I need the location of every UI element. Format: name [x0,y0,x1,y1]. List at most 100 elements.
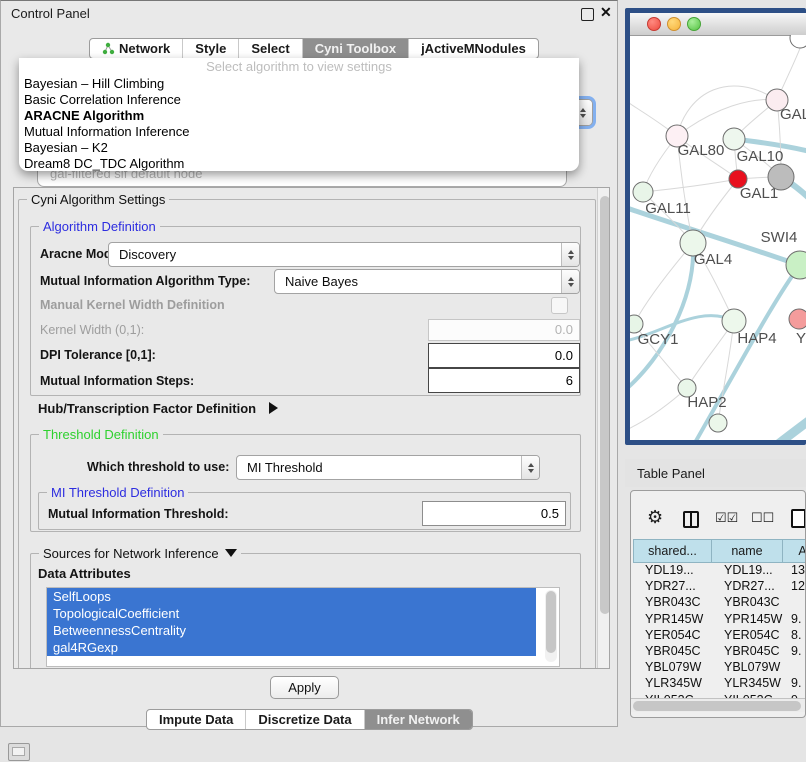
settings-viewport: Cyni Algorithm Settings Algorithm Defini… [13,187,610,669]
list-item[interactable]: BetweennessCentrality [47,622,536,639]
tab-discretize-data[interactable]: Discretize Data [246,710,364,729]
deselect-all-checkboxes-icon[interactable]: ☐☐ [751,510,774,526]
zoom-traffic-light-icon[interactable] [687,17,701,31]
tab-cyni-toolbox[interactable]: Cyni Toolbox [303,39,409,58]
table-row[interactable]: YPR145WYPR145W9. [633,612,806,628]
close-traffic-light-icon[interactable] [647,17,661,31]
tab-impute-data[interactable]: Impute Data [147,710,246,729]
network-node-y[interactable] [789,309,806,329]
mi-steps-label: Mutual Information Steps: [40,374,194,388]
mi-steps-field[interactable]: 6 [428,368,580,393]
dropdown-item[interactable]: Bayesian – K2 [24,140,574,156]
table-cell: YBR045C [712,644,783,660]
dropdown-item[interactable]: Bayesian – Hill Climbing [24,76,574,92]
table-cell: YBR043C [712,595,783,611]
table-row[interactable]: YDL19...YDL19...13 [633,563,806,579]
table-panel-titlebar: Table Panel [625,459,806,487]
table-cell: 9. [783,676,806,692]
column-header[interactable]: name [712,539,783,563]
table-row[interactable]: YDR27...YDR27...12 [633,579,806,595]
table-header-row: shared...nameA [633,539,806,563]
hub-definition-expander[interactable]: Hub/Transcription Factor Definition [38,400,278,418]
which-threshold-label: Which threshold to use: [87,460,229,474]
table-panel-window: ⚙ ☑☑ ☐☐ shared...nameA YDL19...YDL19...1… [630,490,806,718]
top-tab-strip: NetworkStyleSelectCyni ToolboxjActiveMNo… [89,38,539,59]
bottom-tab-strip: Impute DataDiscretize DataInfer Network [146,709,473,730]
list-item[interactable]: SelfLoops [47,588,536,605]
data-attributes-list[interactable]: SelfLoopsTopologicalCoefficientBetweenne… [46,587,560,667]
minimize-traffic-light-icon[interactable] [667,17,681,31]
column-header[interactable]: A [783,539,806,563]
kernel-width-field[interactable]: 0.0 [428,319,580,341]
network-node[interactable] [790,35,806,48]
network-node[interactable] [709,414,727,432]
dpi-tolerance-field[interactable]: 0.0 [428,343,580,368]
network-node[interactable] [768,164,794,190]
node-label: GAL1 [740,185,778,202]
tab-select[interactable]: Select [239,39,302,58]
list-item[interactable]: TopologicalCoefficient [47,605,536,622]
table-row[interactable]: YBL079WYBL079W [633,660,806,676]
column-header[interactable]: shared... [633,539,712,563]
restore-panel-icon[interactable] [8,743,30,761]
mi-threshold-label: Mutual Information Threshold: [48,507,229,521]
mi-threshold-field[interactable]: 0.5 [422,501,566,526]
manual-kernel-checkbox[interactable] [551,297,568,314]
mi-type-label: Mutual Information Algorithm Type: [40,274,250,288]
table-scrollbar-thumb[interactable] [633,701,801,711]
network-node-gal10[interactable] [723,128,745,150]
dropdown-item[interactable]: ARACNE Algorithm [24,108,574,124]
table-row[interactable]: YBR043CYBR043C [633,595,806,611]
table-row[interactable]: YER054CYER054C8. [633,628,806,644]
table-panel-title: Table Panel [637,466,705,481]
columns-icon[interactable] [683,511,699,528]
tab-style[interactable]: Style [183,39,239,58]
tab-infer-network[interactable]: Infer Network [365,710,472,729]
list-scrollbar[interactable] [545,590,557,662]
desktop: Control Panel ✕ NetworkStyleSelectCyni T… [0,0,806,762]
float-window-icon[interactable] [581,8,594,21]
which-threshold-combo[interactable]: MI Threshold [236,455,540,480]
network-edge [748,417,806,440]
table-cell: YER054C [712,628,783,644]
network-view-inner: GALGAL80GAL10GAL1GAL11SWI4GAL4GCY1HAP4YH… [630,13,806,440]
combo-stepper-icon[interactable] [561,270,579,293]
dropdown-item[interactable]: Basic Correlation Inference [24,92,574,108]
table-cell: YDR27... [712,579,783,595]
group-title: Cyni Algorithm Settings [27,192,169,207]
mi-type-combo[interactable]: Naive Bayes [274,269,580,294]
node-label: GAL10 [737,148,784,165]
expanded-arrow-icon[interactable] [225,549,237,557]
table-cell: YPR145W [633,612,712,628]
table-row[interactable]: YBR045CYBR045C9. [633,644,806,660]
table-row[interactable]: YLR345WYLR345W9. [633,676,806,692]
network-node-swi4[interactable] [786,251,806,279]
node-label: SWI4 [761,229,798,246]
tab-jactivemnodules[interactable]: jActiveMNodules [409,39,538,58]
network-node-gal11[interactable] [633,182,653,202]
list-scrollbar-thumb[interactable] [546,591,556,653]
dropdown-item[interactable]: Dream8 DC_TDC Algorithm [24,156,574,172]
gear-icon[interactable]: ⚙ [647,507,663,528]
node-label: HAP2 [687,394,726,411]
export-table-icon[interactable] [791,509,806,528]
combo-stepper-icon[interactable] [561,243,579,266]
close-icon[interactable]: ✕ [600,4,612,21]
aracne-mode-combo[interactable]: Discovery [108,242,580,267]
dropdown-placeholder: Select algorithm to view settings [19,59,579,74]
settings-scrollbar-thumb[interactable] [600,196,610,614]
table-cell: 12 [783,579,806,595]
tab-network[interactable]: Network [90,39,183,58]
settings-scrollbar[interactable] [597,188,610,668]
network-canvas[interactable]: GALGAL80GAL10GAL1GAL11SWI4GAL4GCY1HAP4YH… [630,35,806,440]
network-edge [634,243,693,324]
table-horizontal-scrollbar[interactable] [631,698,806,712]
node-label: GAL [780,106,806,123]
list-item[interactable]: gal4RGexp [47,639,536,656]
apply-button[interactable]: Apply [270,676,339,699]
dropdown-item[interactable]: Mutual Information Inference [24,124,574,140]
combo-stepper-icon[interactable] [521,456,539,479]
network-window-titlebar[interactable] [630,13,806,36]
collapsed-arrow-icon[interactable] [269,402,278,414]
select-all-checkboxes-icon[interactable]: ☑☑ [715,510,738,526]
